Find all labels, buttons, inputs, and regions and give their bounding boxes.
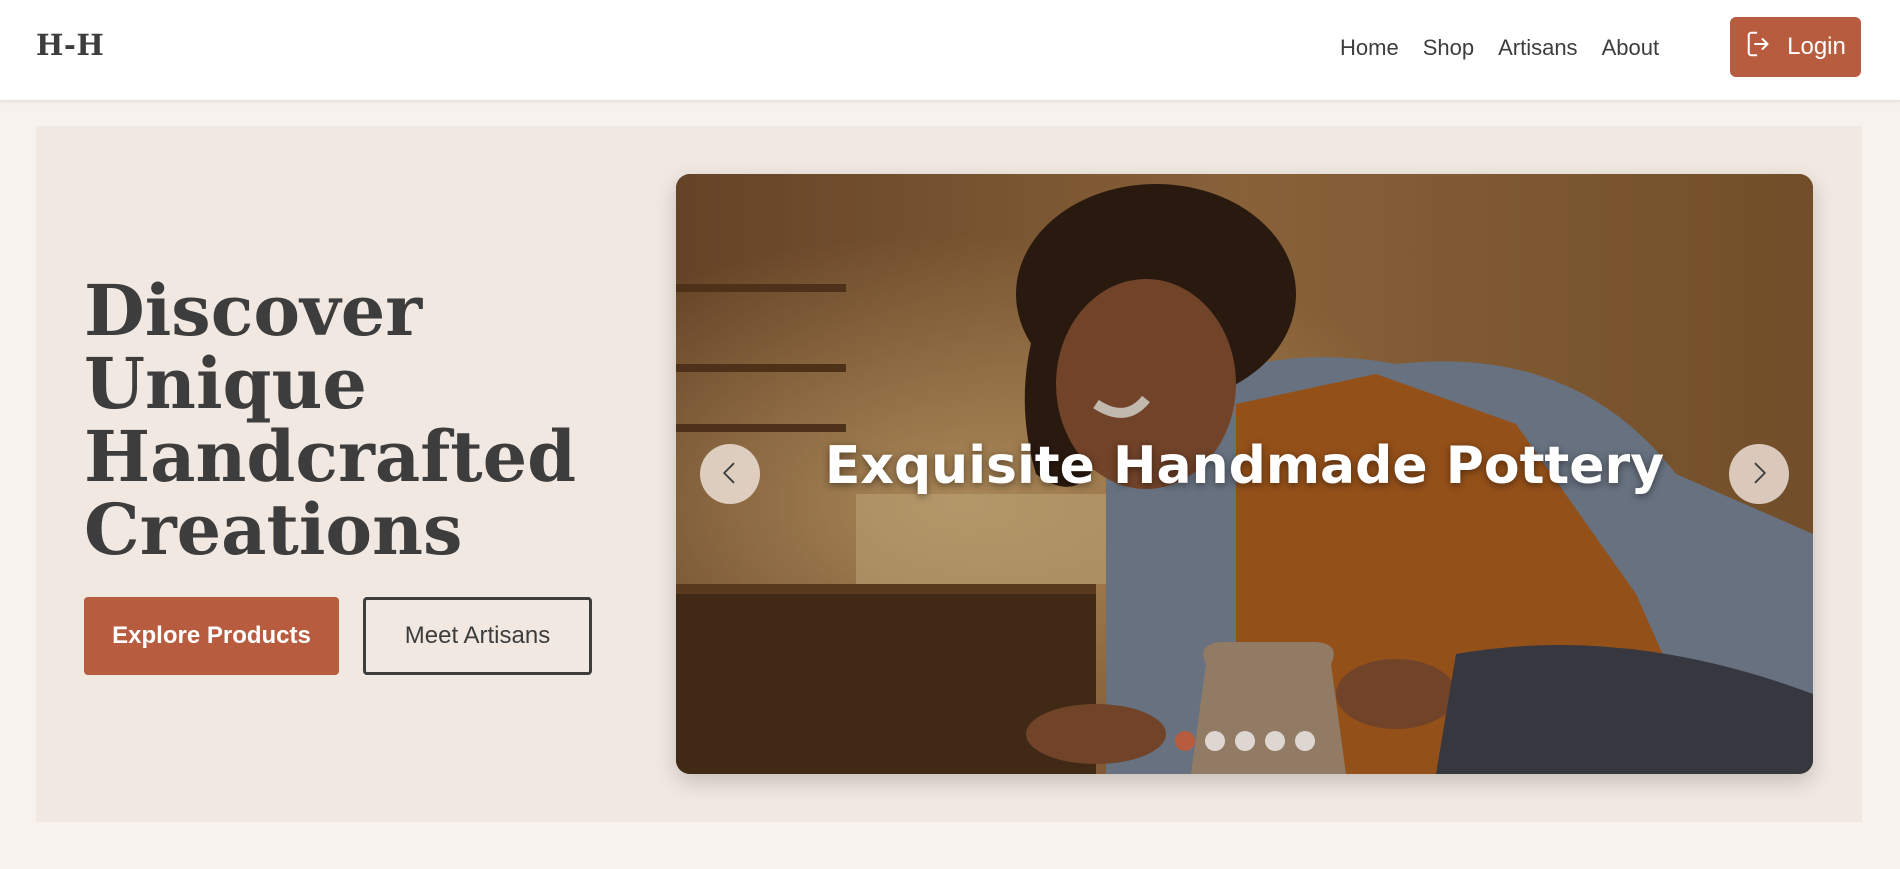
- carousel-dot-3[interactable]: [1234, 731, 1255, 751]
- hero-title-line: Creations: [84, 488, 463, 571]
- chevron-left-icon: [716, 459, 744, 490]
- carousel-dot-1[interactable]: [1174, 731, 1195, 751]
- hero-title-line: Unique: [84, 342, 367, 425]
- hero-carousel: Exquisite Handmade Pottery: [676, 174, 1813, 774]
- carousel-dots: [676, 731, 1813, 751]
- carousel-dot-5[interactable]: [1294, 731, 1315, 751]
- main-nav: Home Shop Artisans About: [1340, 34, 1659, 62]
- hero-title-line: Discover: [84, 269, 423, 352]
- sign-in-icon: [1745, 29, 1775, 66]
- nav-link-artisans[interactable]: Artisans: [1498, 34, 1577, 62]
- carousel-prev-button[interactable]: [700, 444, 760, 504]
- explore-products-button[interactable]: Explore Products: [84, 597, 339, 675]
- hero-title-line: Handcrafted: [84, 415, 577, 498]
- carousel-dot-2[interactable]: [1204, 731, 1225, 751]
- login-button[interactable]: Login: [1730, 17, 1861, 77]
- hero-section: Discover Unique Handcrafted Creations Ex…: [36, 126, 1862, 822]
- meet-artisans-button[interactable]: Meet Artisans: [363, 597, 592, 675]
- hero-title: Discover Unique Handcrafted Creations: [84, 274, 644, 566]
- carousel-next-button[interactable]: [1729, 444, 1789, 504]
- chevron-right-icon: [1745, 459, 1773, 490]
- nav-link-about[interactable]: About: [1602, 34, 1660, 62]
- site-header: H-H Home Shop Artisans About Login: [0, 0, 1900, 101]
- nav-link-home[interactable]: Home: [1340, 34, 1399, 62]
- site-logo[interactable]: H-H: [36, 28, 104, 62]
- carousel-dot-4[interactable]: [1264, 731, 1285, 751]
- slide-caption: Exquisite Handmade Pottery: [824, 436, 1665, 496]
- login-label: Login: [1787, 33, 1846, 60]
- nav-link-shop[interactable]: Shop: [1423, 34, 1474, 62]
